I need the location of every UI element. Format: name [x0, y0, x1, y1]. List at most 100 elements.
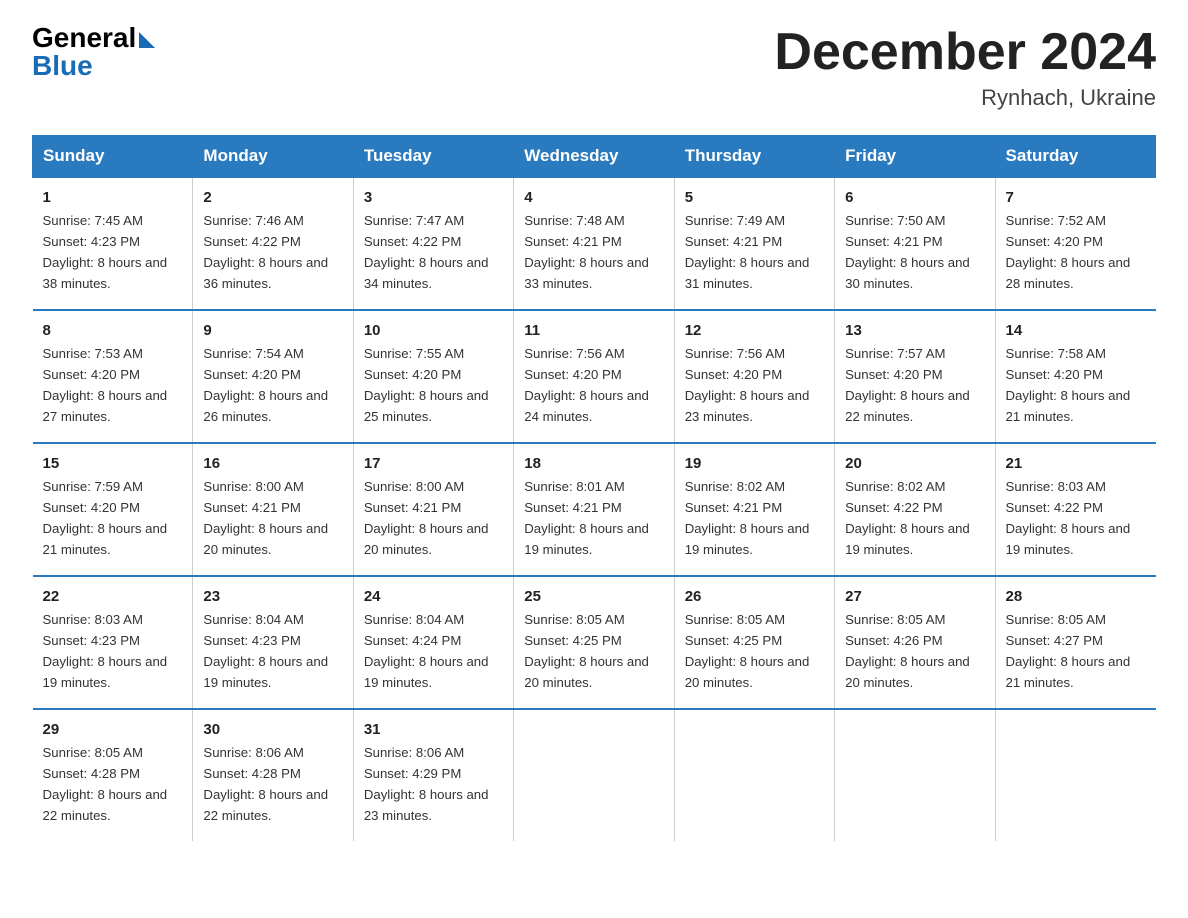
day-number: 30 — [203, 718, 342, 741]
day-number: 22 — [43, 585, 183, 608]
calendar-cell: 29 Sunrise: 8:05 AMSunset: 4:28 PMDayligh… — [33, 709, 193, 841]
day-number: 2 — [203, 186, 342, 209]
week-row-2: 8Sunrise: 7:53 AMSunset: 4:20 PMDaylight… — [33, 310, 1156, 443]
calendar-cell: 17Sunrise: 8:00 AMSunset: 4:21 PMDayligh… — [353, 443, 513, 576]
header-thursday: Thursday — [674, 136, 834, 178]
day-info: Sunrise: 7:49 AMSunset: 4:21 PMDaylight:… — [685, 213, 810, 291]
calendar-cell: 4 Sunrise: 7:48 AMSunset: 4:21 PMDaylight… — [514, 177, 674, 310]
day-info: Sunrise: 8:01 AMSunset: 4:21 PMDaylight:… — [524, 479, 649, 557]
day-number: 25 — [524, 585, 663, 608]
day-number: 20 — [845, 452, 984, 475]
day-info: Sunrise: 7:50 AMSunset: 4:21 PMDaylight:… — [845, 213, 970, 291]
calendar-cell — [674, 709, 834, 841]
day-info: Sunrise: 7:54 AMSunset: 4:20 PMDaylight:… — [203, 346, 328, 424]
day-number: 13 — [845, 319, 984, 342]
calendar-cell: 25 Sunrise: 8:05 AMSunset: 4:25 PMDayligh… — [514, 576, 674, 709]
header-wednesday: Wednesday — [514, 136, 674, 178]
day-info: Sunrise: 8:00 AMSunset: 4:21 PMDaylight:… — [203, 479, 328, 557]
day-number: 29 — [43, 718, 183, 741]
calendar-cell: 26Sunrise: 8:05 AMSunset: 4:25 PMDayligh… — [674, 576, 834, 709]
day-number: 16 — [203, 452, 342, 475]
calendar-cell: 27 Sunrise: 8:05 AMSunset: 4:26 PMDayligh… — [835, 576, 995, 709]
calendar-cell: 21 Sunrise: 8:03 AMSunset: 4:22 PMDayligh… — [995, 443, 1155, 576]
day-info: Sunrise: 8:03 AMSunset: 4:23 PMDaylight:… — [43, 612, 168, 690]
day-number: 14 — [1006, 319, 1146, 342]
logo-blue-text: Blue — [32, 52, 93, 80]
calendar-cell: 12 Sunrise: 7:56 AMSunset: 4:20 PMDayligh… — [674, 310, 834, 443]
day-number: 24 — [364, 585, 503, 608]
calendar-cell: 24 Sunrise: 8:04 AMSunset: 4:24 PMDayligh… — [353, 576, 513, 709]
month-title: December 2024 — [774, 24, 1156, 81]
day-info: Sunrise: 7:59 AMSunset: 4:20 PMDaylight:… — [43, 479, 168, 557]
calendar-cell: 7Sunrise: 7:52 AMSunset: 4:20 PMDaylight… — [995, 177, 1155, 310]
logo-triangle-icon — [139, 32, 155, 48]
calendar-cell: 14 Sunrise: 7:58 AMSunset: 4:20 PMDayligh… — [995, 310, 1155, 443]
day-number: 18 — [524, 452, 663, 475]
calendar-cell: 11Sunrise: 7:56 AMSunset: 4:20 PMDayligh… — [514, 310, 674, 443]
day-info: Sunrise: 8:06 AMSunset: 4:28 PMDaylight:… — [203, 745, 328, 823]
day-number: 31 — [364, 718, 503, 741]
page-header: General Blue December 2024 Rynhach, Ukra… — [32, 24, 1156, 111]
calendar-cell: 28 Sunrise: 8:05 AMSunset: 4:27 PMDayligh… — [995, 576, 1155, 709]
day-info: Sunrise: 8:02 AMSunset: 4:22 PMDaylight:… — [845, 479, 970, 557]
day-info: Sunrise: 7:47 AMSunset: 4:22 PMDaylight:… — [364, 213, 489, 291]
logo: General Blue — [32, 24, 155, 80]
day-number: 15 — [43, 452, 183, 475]
week-row-3: 15 Sunrise: 7:59 AMSunset: 4:20 PMDayligh… — [33, 443, 1156, 576]
day-number: 10 — [364, 319, 503, 342]
day-info: Sunrise: 8:00 AMSunset: 4:21 PMDaylight:… — [364, 479, 489, 557]
day-info: Sunrise: 8:05 AMSunset: 4:25 PMDaylight:… — [524, 612, 649, 690]
calendar-cell: 9 Sunrise: 7:54 AMSunset: 4:20 PMDaylight… — [193, 310, 353, 443]
day-info: Sunrise: 7:58 AMSunset: 4:20 PMDaylight:… — [1006, 346, 1131, 424]
week-row-1: 1 Sunrise: 7:45 AMSunset: 4:23 PMDaylight… — [33, 177, 1156, 310]
day-number: 27 — [845, 585, 984, 608]
week-row-5: 29 Sunrise: 8:05 AMSunset: 4:28 PMDayligh… — [33, 709, 1156, 841]
header-tuesday: Tuesday — [353, 136, 513, 178]
day-info: Sunrise: 8:05 AMSunset: 4:27 PMDaylight:… — [1006, 612, 1131, 690]
calendar-cell: 20 Sunrise: 8:02 AMSunset: 4:22 PMDayligh… — [835, 443, 995, 576]
calendar-cell — [995, 709, 1155, 841]
logo-general-text: General — [32, 24, 136, 52]
calendar-header-row: SundayMondayTuesdayWednesdayThursdayFrid… — [33, 136, 1156, 178]
day-number: 21 — [1006, 452, 1146, 475]
calendar-cell: 5 Sunrise: 7:49 AMSunset: 4:21 PMDaylight… — [674, 177, 834, 310]
day-number: 9 — [203, 319, 342, 342]
day-info: Sunrise: 8:02 AMSunset: 4:21 PMDaylight:… — [685, 479, 810, 557]
day-info: Sunrise: 8:03 AMSunset: 4:22 PMDaylight:… — [1006, 479, 1131, 557]
day-info: Sunrise: 7:46 AMSunset: 4:22 PMDaylight:… — [203, 213, 328, 291]
day-info: Sunrise: 7:56 AMSunset: 4:20 PMDaylight:… — [685, 346, 810, 424]
location-text: Rynhach, Ukraine — [774, 85, 1156, 111]
day-number: 5 — [685, 186, 824, 209]
day-number: 23 — [203, 585, 342, 608]
calendar-cell: 16 Sunrise: 8:00 AMSunset: 4:21 PMDayligh… — [193, 443, 353, 576]
calendar-cell: 2 Sunrise: 7:46 AMSunset: 4:22 PMDaylight… — [193, 177, 353, 310]
day-info: Sunrise: 7:57 AMSunset: 4:20 PMDaylight:… — [845, 346, 970, 424]
day-number: 26 — [685, 585, 824, 608]
calendar-cell: 15 Sunrise: 7:59 AMSunset: 4:20 PMDayligh… — [33, 443, 193, 576]
calendar-cell: 10Sunrise: 7:55 AMSunset: 4:20 PMDayligh… — [353, 310, 513, 443]
week-row-4: 22 Sunrise: 8:03 AMSunset: 4:23 PMDayligh… — [33, 576, 1156, 709]
day-info: Sunrise: 8:04 AMSunset: 4:24 PMDaylight:… — [364, 612, 489, 690]
day-number: 1 — [43, 186, 183, 209]
day-info: Sunrise: 8:05 AMSunset: 4:28 PMDaylight:… — [43, 745, 168, 823]
header-monday: Monday — [193, 136, 353, 178]
day-info: Sunrise: 7:48 AMSunset: 4:21 PMDaylight:… — [524, 213, 649, 291]
calendar-cell: 30 Sunrise: 8:06 AMSunset: 4:28 PMDayligh… — [193, 709, 353, 841]
calendar-cell — [514, 709, 674, 841]
day-info: Sunrise: 8:05 AMSunset: 4:26 PMDaylight:… — [845, 612, 970, 690]
calendar-cell: 1 Sunrise: 7:45 AMSunset: 4:23 PMDaylight… — [33, 177, 193, 310]
calendar-cell: 13 Sunrise: 7:57 AMSunset: 4:20 PMDayligh… — [835, 310, 995, 443]
day-info: Sunrise: 8:06 AMSunset: 4:29 PMDaylight:… — [364, 745, 489, 823]
day-number: 19 — [685, 452, 824, 475]
day-number: 12 — [685, 319, 824, 342]
calendar-table: SundayMondayTuesdayWednesdayThursdayFrid… — [32, 135, 1156, 841]
day-number: 11 — [524, 319, 663, 342]
day-number: 4 — [524, 186, 663, 209]
header-friday: Friday — [835, 136, 995, 178]
calendar-cell: 19 Sunrise: 8:02 AMSunset: 4:21 PMDayligh… — [674, 443, 834, 576]
calendar-cell: 8Sunrise: 7:53 AMSunset: 4:20 PMDaylight… — [33, 310, 193, 443]
day-number: 6 — [845, 186, 984, 209]
day-number: 28 — [1006, 585, 1146, 608]
day-number: 8 — [43, 319, 183, 342]
day-info: Sunrise: 7:45 AMSunset: 4:23 PMDaylight:… — [43, 213, 168, 291]
